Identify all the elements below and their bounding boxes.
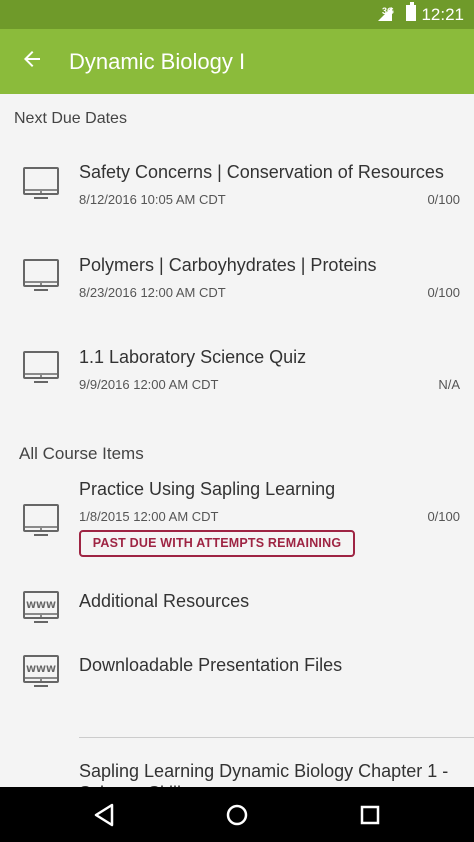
section-header-next-due: Next Due Dates xyxy=(14,110,127,127)
item-score: N/A xyxy=(438,377,460,392)
back-nav-icon[interactable] xyxy=(88,799,120,831)
recents-nav-icon[interactable] xyxy=(354,799,386,831)
home-nav-icon[interactable] xyxy=(221,799,253,831)
svg-text:WWW: WWW xyxy=(26,601,56,611)
www-monitor-icon: WWW xyxy=(22,654,60,690)
monitor-icon xyxy=(22,350,60,386)
signal-icon xyxy=(378,7,392,21)
item-title: 1.1 Laboratory Science Quiz xyxy=(79,347,307,367)
item-title: Safety Concerns | Conservation of Resour… xyxy=(79,162,444,182)
item-date: 1/8/2015 12:00 AM CDT xyxy=(79,509,219,524)
battery-icon xyxy=(406,2,416,21)
app-bar: Dynamic Biology I xyxy=(0,29,474,94)
item-score: 0/100 xyxy=(427,285,460,300)
clock: 12:21 xyxy=(421,5,464,24)
item-date: 8/12/2016 10:05 AM CDT xyxy=(79,192,226,207)
item-title: Sapling Learning Dynamic Biology Chapter… xyxy=(79,761,449,787)
www-monitor-icon: WWW xyxy=(22,590,60,626)
monitor-icon xyxy=(22,503,60,539)
monitor-icon xyxy=(22,258,60,294)
item-title: Downloadable Presentation Files xyxy=(79,655,343,675)
item-title: Polymers | Carboyhydrates | Proteins xyxy=(79,255,377,275)
item-date: 9/9/2016 12:00 AM CDT xyxy=(79,377,219,392)
section-header-all-course: All Course Items xyxy=(19,444,144,463)
divider xyxy=(79,737,474,738)
item-title: Practice Using Sapling Learning xyxy=(79,479,336,499)
status-badge: PAST DUE WITH ATTEMPTS REMAINING xyxy=(79,530,355,557)
svg-text:WWW: WWW xyxy=(26,665,56,675)
arrow-back-icon[interactable] xyxy=(20,47,44,71)
page-title: Dynamic Biology I xyxy=(69,49,246,74)
item-title: Additional Resources xyxy=(79,591,250,611)
system-nav-bar xyxy=(0,787,474,842)
item-date: 8/23/2016 12:00 AM CDT xyxy=(79,285,226,300)
item-score: 0/100 xyxy=(427,192,460,207)
status-bar: 3G 12:21 xyxy=(0,0,474,29)
item-score: 0/100 xyxy=(427,509,460,524)
monitor-icon xyxy=(22,166,60,202)
